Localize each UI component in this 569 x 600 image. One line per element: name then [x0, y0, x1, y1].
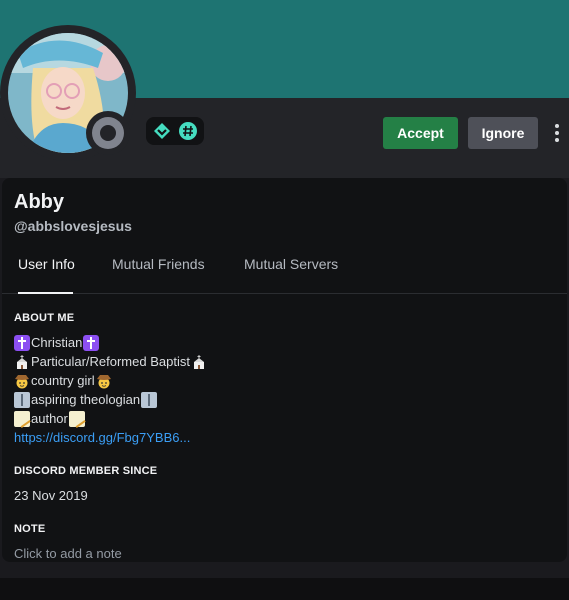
bottom-strip — [0, 578, 569, 600]
more-options-icon[interactable] — [551, 119, 563, 147]
latin-cross-icon — [14, 334, 30, 351]
username: @abbslovesjesus — [14, 218, 132, 234]
cowboy-face-icon — [96, 373, 112, 389]
latin-cross-icon — [83, 334, 100, 351]
church-icon — [191, 354, 207, 370]
open-book-icon — [141, 391, 158, 408]
about-line: Particular/Reformed Baptist — [14, 352, 207, 371]
open-book-icon — [14, 391, 30, 408]
profile-card: Abby @abbslovesjesus User Info Mutual Fr… — [2, 178, 567, 562]
about-line: author — [14, 409, 207, 428]
about-me-heading: ABOUT ME — [14, 312, 75, 324]
memo-icon — [14, 410, 30, 427]
ignore-button[interactable]: Ignore — [468, 117, 538, 149]
about-me-content: Christian Particular/Reformed Baptist co… — [14, 333, 207, 447]
active-tab-indicator — [18, 292, 73, 294]
badge-list — [146, 117, 204, 145]
note-heading: NOTE — [14, 523, 46, 535]
accept-button[interactable]: Accept — [383, 117, 458, 149]
about-line: https://discord.gg/Fbg7YBB6... — [14, 428, 207, 447]
cowboy-face-icon — [14, 373, 30, 389]
memo-icon — [68, 410, 85, 427]
church-icon — [14, 354, 30, 370]
display-name: Abby — [14, 191, 64, 213]
hypesquad-balance-icon[interactable] — [152, 121, 172, 141]
tab-user-info[interactable]: User Info — [18, 256, 75, 288]
tab-mutual-friends[interactable]: Mutual Friends — [112, 256, 205, 288]
tab-mutual-servers[interactable]: Mutual Servers — [244, 256, 338, 288]
member-since-date: 23 Nov 2019 — [14, 488, 88, 503]
about-line: aspiring theologian — [14, 390, 207, 409]
hashtag-icon[interactable] — [178, 121, 198, 141]
invite-link[interactable]: https://discord.gg/Fbg7YBB6... — [14, 428, 190, 447]
note-input[interactable]: Click to add a note — [14, 546, 122, 561]
status-indicator — [86, 111, 130, 155]
profile-tabs: User Info Mutual Friends Mutual Servers — [2, 244, 567, 294]
about-line: Christian — [14, 333, 207, 352]
member-since-heading: DISCORD MEMBER SINCE — [14, 465, 158, 477]
about-line: country girl — [14, 371, 207, 390]
